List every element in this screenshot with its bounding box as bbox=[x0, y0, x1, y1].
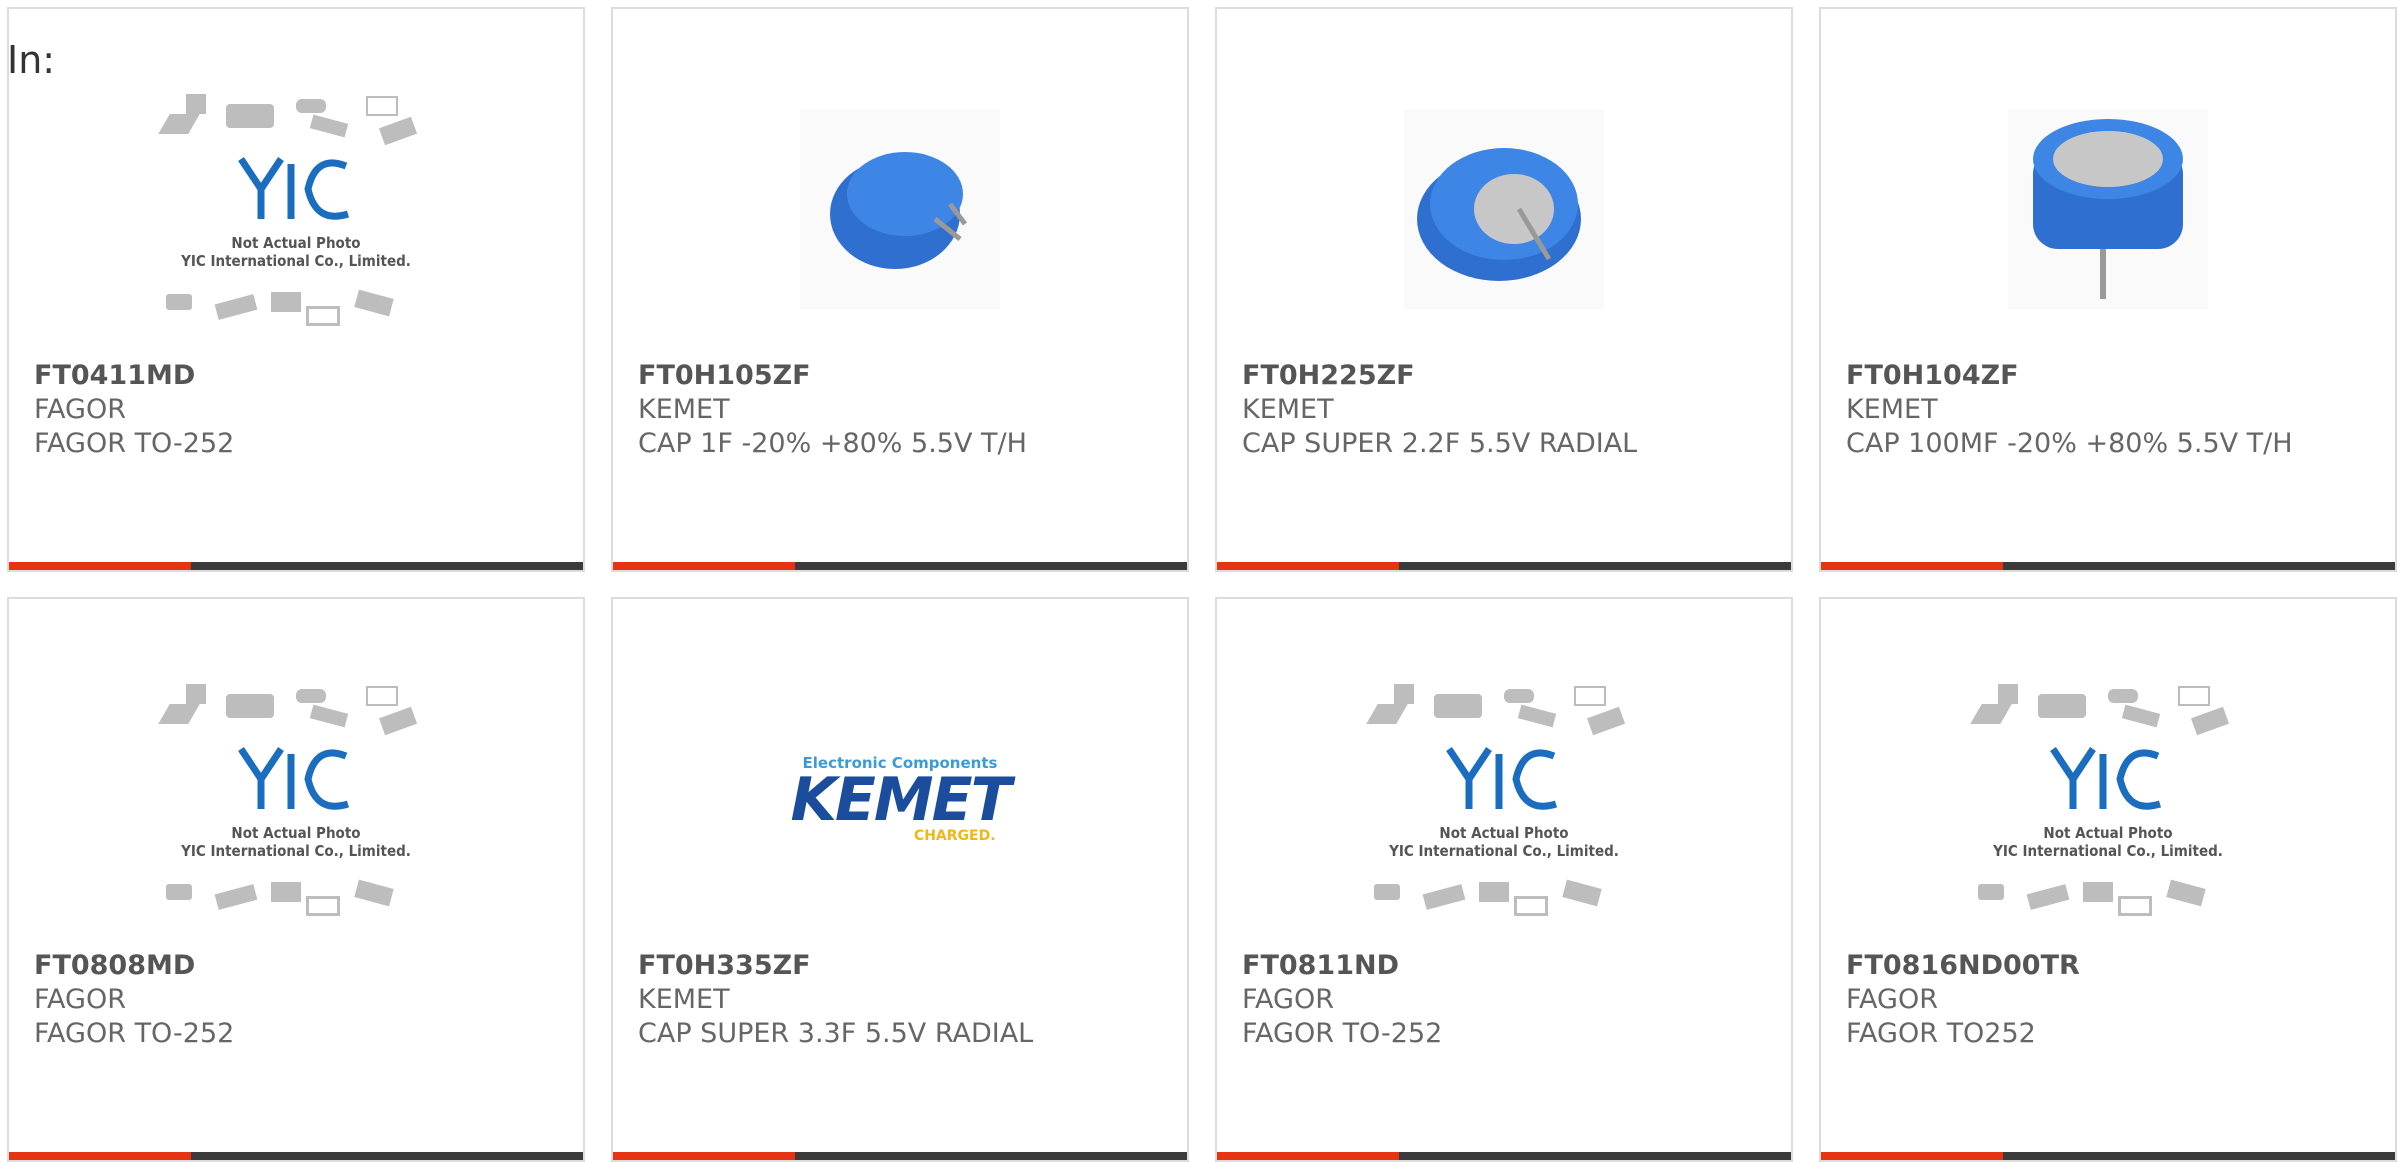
product-info: FT0H104ZF KEMET CAP 100MF -20% +80% 5.5V… bbox=[1846, 359, 2293, 461]
part-number[interactable]: FT0411MD bbox=[34, 359, 234, 393]
supercap-upright-image bbox=[2008, 109, 2208, 309]
product-info: FT0816ND00TR FAGOR FAGOR TO252 bbox=[1846, 949, 2080, 1051]
yic-placeholder-image: Not Actual Photo YIC International Co., … bbox=[1364, 674, 1644, 924]
yic-logo-icon bbox=[238, 157, 350, 220]
placeholder-caption: Not Actual Photo YIC International Co., … bbox=[1389, 824, 1619, 860]
part-number[interactable]: FT0H104ZF bbox=[1846, 359, 2293, 393]
product-card[interactable]: FT0H105ZF KEMET CAP 1F -20% +80% 5.5V T/… bbox=[611, 7, 1189, 572]
card-bar-accent bbox=[9, 562, 191, 570]
card-bar-accent bbox=[613, 1152, 795, 1160]
description: FAGOR TO-252 bbox=[34, 428, 235, 459]
part-number[interactable]: FT0H105ZF bbox=[638, 359, 1027, 393]
kemet-logo-image: Electronic Components KEMET CHARGED. bbox=[790, 754, 1011, 844]
yic-placeholder-image: Not Actual Photo YIC International Co., … bbox=[1968, 674, 2248, 924]
product-info: FT0411MD FAGOR FAGOR TO-252 bbox=[34, 359, 234, 461]
description: CAP 100MF -20% +80% 5.5V T/H bbox=[1846, 428, 2293, 459]
product-image[interactable]: Not Actual Photo YIC International Co., … bbox=[9, 654, 583, 944]
product-image[interactable]: Not Actual Photo YIC International Co., … bbox=[1217, 654, 1791, 944]
yic-logo-icon bbox=[1446, 747, 1558, 810]
card-bar bbox=[1217, 1152, 1791, 1160]
product-image[interactable] bbox=[613, 64, 1187, 354]
card-bar bbox=[613, 562, 1187, 570]
filter-in-label: In: bbox=[7, 38, 56, 82]
product-card[interactable]: FT0H104ZF KEMET CAP 100MF -20% +80% 5.5V… bbox=[1819, 7, 2397, 572]
product-image[interactable] bbox=[1217, 64, 1791, 354]
product-info: FT0H335ZF KEMET CAP SUPER 3.3F 5.5V RADI… bbox=[638, 949, 1033, 1051]
product-card[interactable]: Not Actual Photo YIC International Co., … bbox=[1215, 597, 1793, 1162]
yic-logo-icon bbox=[2050, 747, 2162, 810]
product-card[interactable]: Not Actual Photo YIC International Co., … bbox=[7, 7, 585, 572]
description: CAP 1F -20% +80% 5.5V T/H bbox=[638, 428, 1027, 459]
product-card[interactable]: FT0H225ZF KEMET CAP SUPER 2.2F 5.5V RADI… bbox=[1215, 7, 1793, 572]
card-bar-accent bbox=[1821, 1152, 2003, 1160]
manufacturer: FAGOR bbox=[1846, 984, 1938, 1015]
description: CAP SUPER 3.3F 5.5V RADIAL bbox=[638, 1018, 1034, 1049]
placeholder-caption: Not Actual Photo YIC International Co., … bbox=[1993, 824, 2223, 860]
description: FAGOR TO252 bbox=[1846, 1018, 2036, 1049]
product-info: FT0H105ZF KEMET CAP 1F -20% +80% 5.5V T/… bbox=[638, 359, 1027, 461]
card-bar-accent bbox=[1821, 562, 2003, 570]
product-card[interactable]: Electronic Components KEMET CHARGED. FT0… bbox=[611, 597, 1189, 1162]
manufacturer: FAGOR bbox=[34, 984, 126, 1015]
part-number[interactable]: FT0H225ZF bbox=[1242, 359, 1637, 393]
description: FAGOR TO-252 bbox=[34, 1018, 235, 1049]
product-image[interactable]: Not Actual Photo YIC International Co., … bbox=[1821, 654, 2395, 944]
yic-placeholder-image: Not Actual Photo YIC International Co., … bbox=[156, 674, 436, 924]
card-bar bbox=[9, 562, 583, 570]
manufacturer: FAGOR bbox=[34, 394, 126, 425]
description: CAP SUPER 2.2F 5.5V RADIAL bbox=[1242, 428, 1638, 459]
product-image[interactable]: Electronic Components KEMET CHARGED. bbox=[613, 654, 1187, 944]
description: FAGOR TO-252 bbox=[1242, 1018, 1443, 1049]
card-bar bbox=[613, 1152, 1187, 1160]
card-bar bbox=[1821, 562, 2395, 570]
part-number[interactable]: FT0816ND00TR bbox=[1846, 949, 2080, 983]
manufacturer: KEMET bbox=[638, 984, 730, 1015]
manufacturer: KEMET bbox=[638, 394, 730, 425]
product-info: FT0H225ZF KEMET CAP SUPER 2.2F 5.5V RADI… bbox=[1242, 359, 1637, 461]
product-info: FT0811ND FAGOR FAGOR TO-252 bbox=[1242, 949, 1442, 1051]
product-info: FT0808MD FAGOR FAGOR TO-252 bbox=[34, 949, 234, 1051]
manufacturer: KEMET bbox=[1242, 394, 1334, 425]
supercap-small-image bbox=[800, 109, 1000, 309]
part-number[interactable]: FT0H335ZF bbox=[638, 949, 1033, 983]
supercap-radial-image bbox=[1404, 109, 1604, 309]
placeholder-caption: Not Actual Photo YIC International Co., … bbox=[181, 234, 411, 270]
card-bar bbox=[1821, 1152, 2395, 1160]
card-bar-accent bbox=[613, 562, 795, 570]
yic-logo-icon bbox=[238, 747, 350, 810]
manufacturer: KEMET bbox=[1846, 394, 1938, 425]
card-bar bbox=[1217, 562, 1791, 570]
card-bar bbox=[9, 1152, 583, 1160]
product-card[interactable]: Not Actual Photo YIC International Co., … bbox=[7, 597, 585, 1162]
manufacturer: FAGOR bbox=[1242, 984, 1334, 1015]
product-image[interactable]: Not Actual Photo YIC International Co., … bbox=[9, 64, 583, 354]
product-image[interactable] bbox=[1821, 64, 2395, 354]
placeholder-caption: Not Actual Photo YIC International Co., … bbox=[181, 824, 411, 860]
card-bar-accent bbox=[1217, 562, 1399, 570]
card-bar-accent bbox=[9, 1152, 191, 1160]
card-bar-accent bbox=[1217, 1152, 1399, 1160]
product-card[interactable]: Not Actual Photo YIC International Co., … bbox=[1819, 597, 2397, 1162]
part-number[interactable]: FT0808MD bbox=[34, 949, 234, 983]
yic-placeholder-image: Not Actual Photo YIC International Co., … bbox=[156, 84, 436, 334]
part-number[interactable]: FT0811ND bbox=[1242, 949, 1442, 983]
